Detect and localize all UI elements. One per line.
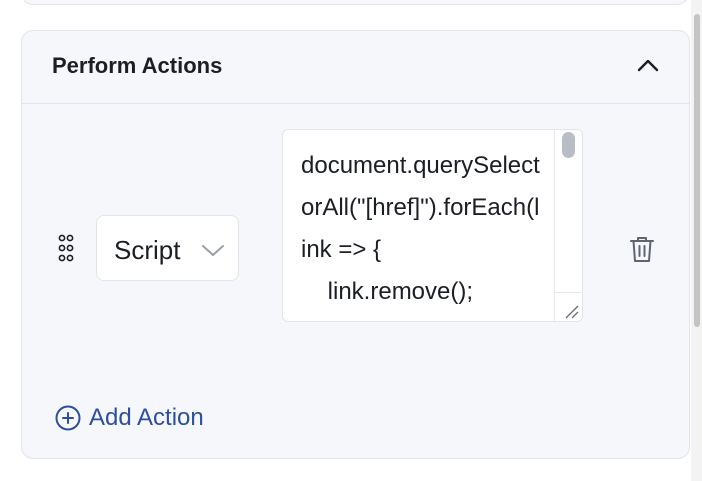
drag-handle-icon: [58, 234, 74, 262]
page-scrollbar[interactable]: [691, 0, 702, 481]
add-action-button[interactable]: Add Action: [55, 403, 204, 433]
delete-action-button[interactable]: [628, 234, 656, 264]
collapse-button[interactable]: [635, 53, 661, 79]
script-editor[interactable]: document.querySelectorAll("[href]").forE…: [282, 129, 583, 322]
page-scrollbar-thumb[interactable]: [694, 14, 700, 327]
chevron-up-icon: [637, 59, 659, 72]
add-action-label: Add Action: [89, 404, 204, 431]
section-header[interactable]: Perform Actions: [22, 31, 689, 104]
script-editor-text[interactable]: document.querySelectorAll("[href]").forE…: [301, 145, 541, 321]
script-scrollbar-thumb[interactable]: [562, 132, 575, 158]
plus-circle-icon: [55, 405, 81, 431]
resize-grip-icon: [565, 305, 579, 319]
drag-handle[interactable]: [58, 234, 74, 262]
chevron-down-icon: [202, 245, 224, 256]
previous-section-card: [21, 0, 689, 5]
resize-handle[interactable]: [555, 292, 581, 320]
trash-icon: [630, 237, 654, 262]
section-title: Perform Actions: [52, 53, 223, 78]
perform-actions-section: Perform Actions Script document.querySel…: [21, 30, 690, 459]
action-type-select[interactable]: Script: [96, 215, 239, 281]
action-type-value: Script: [114, 235, 181, 265]
